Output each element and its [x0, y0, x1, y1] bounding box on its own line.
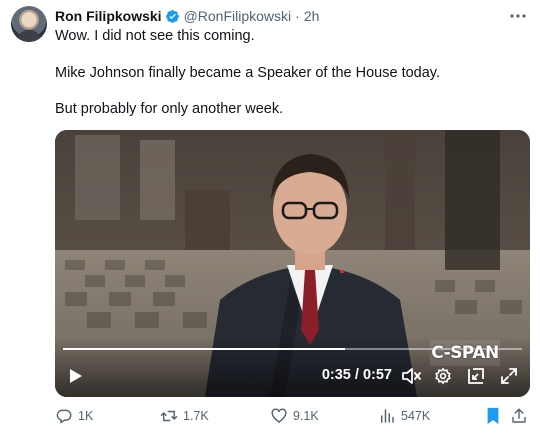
tweet-text-line: Mike Johnson finally became a Speaker of…: [55, 65, 441, 81]
bookmark-button[interactable]: [485, 405, 501, 427]
share-icon: [512, 408, 526, 423]
repost-count: 1.7K: [183, 409, 209, 423]
header-separator: ·: [295, 8, 300, 24]
reply-count: 1K: [78, 409, 94, 423]
video-time-separator: /: [350, 367, 363, 383]
video-progress-fill: [63, 348, 345, 350]
like-count: 9.1K: [293, 409, 319, 423]
verified-badge-icon: [165, 9, 179, 23]
more-options-icon[interactable]: [508, 7, 528, 25]
video-current-time: 0:35: [321, 367, 351, 383]
author-avatar[interactable]: [11, 6, 47, 42]
post-time[interactable]: 2h: [304, 8, 320, 24]
picture-in-picture-icon[interactable]: [465, 366, 487, 386]
video-duration: 0:57: [362, 367, 392, 383]
repost-button[interactable]: 1.7K: [160, 405, 209, 427]
views-button[interactable]: 547K: [378, 405, 430, 427]
settings-icon[interactable]: [432, 366, 454, 386]
video-player[interactable]: C-SPAN 0:35 / 0:57: [55, 130, 530, 397]
volume-muted-icon[interactable]: [400, 366, 422, 386]
author-name[interactable]: Ron Filipkowski: [55, 8, 162, 24]
reply-icon: [56, 409, 72, 424]
tweet-text-line: But probably for only another week.: [55, 101, 284, 117]
reply-button[interactable]: 1K: [55, 405, 93, 427]
bookmark-icon: [487, 407, 499, 425]
views-count: 547K: [401, 409, 431, 423]
cspan-watermark: C-SPAN: [430, 340, 500, 366]
video-time-readout: 0:35 / 0:57: [322, 367, 392, 383]
fullscreen-icon[interactable]: [498, 366, 520, 386]
views-icon: [381, 409, 394, 423]
like-button[interactable]: 9.1K: [270, 405, 319, 427]
author-handle[interactable]: @RonFilipkowski: [184, 8, 292, 24]
tweet-header: Ron Filipkowski @RonFilipkowski · 2h: [55, 7, 319, 25]
like-icon: [271, 408, 287, 423]
tweet-actions-bar: 1K 1.7K 9.1K 547K: [55, 405, 530, 427]
repost-icon: [160, 410, 178, 422]
cspan-watermark-text: C-SPAN: [431, 343, 499, 363]
tweet[interactable]: Ron Filipkowski @RonFilipkowski · 2h Wow…: [0, 0, 540, 434]
share-button[interactable]: [510, 405, 528, 427]
tweet-text-line: Wow. I did not see this coming.: [55, 28, 255, 44]
play-icon[interactable]: [67, 366, 85, 386]
